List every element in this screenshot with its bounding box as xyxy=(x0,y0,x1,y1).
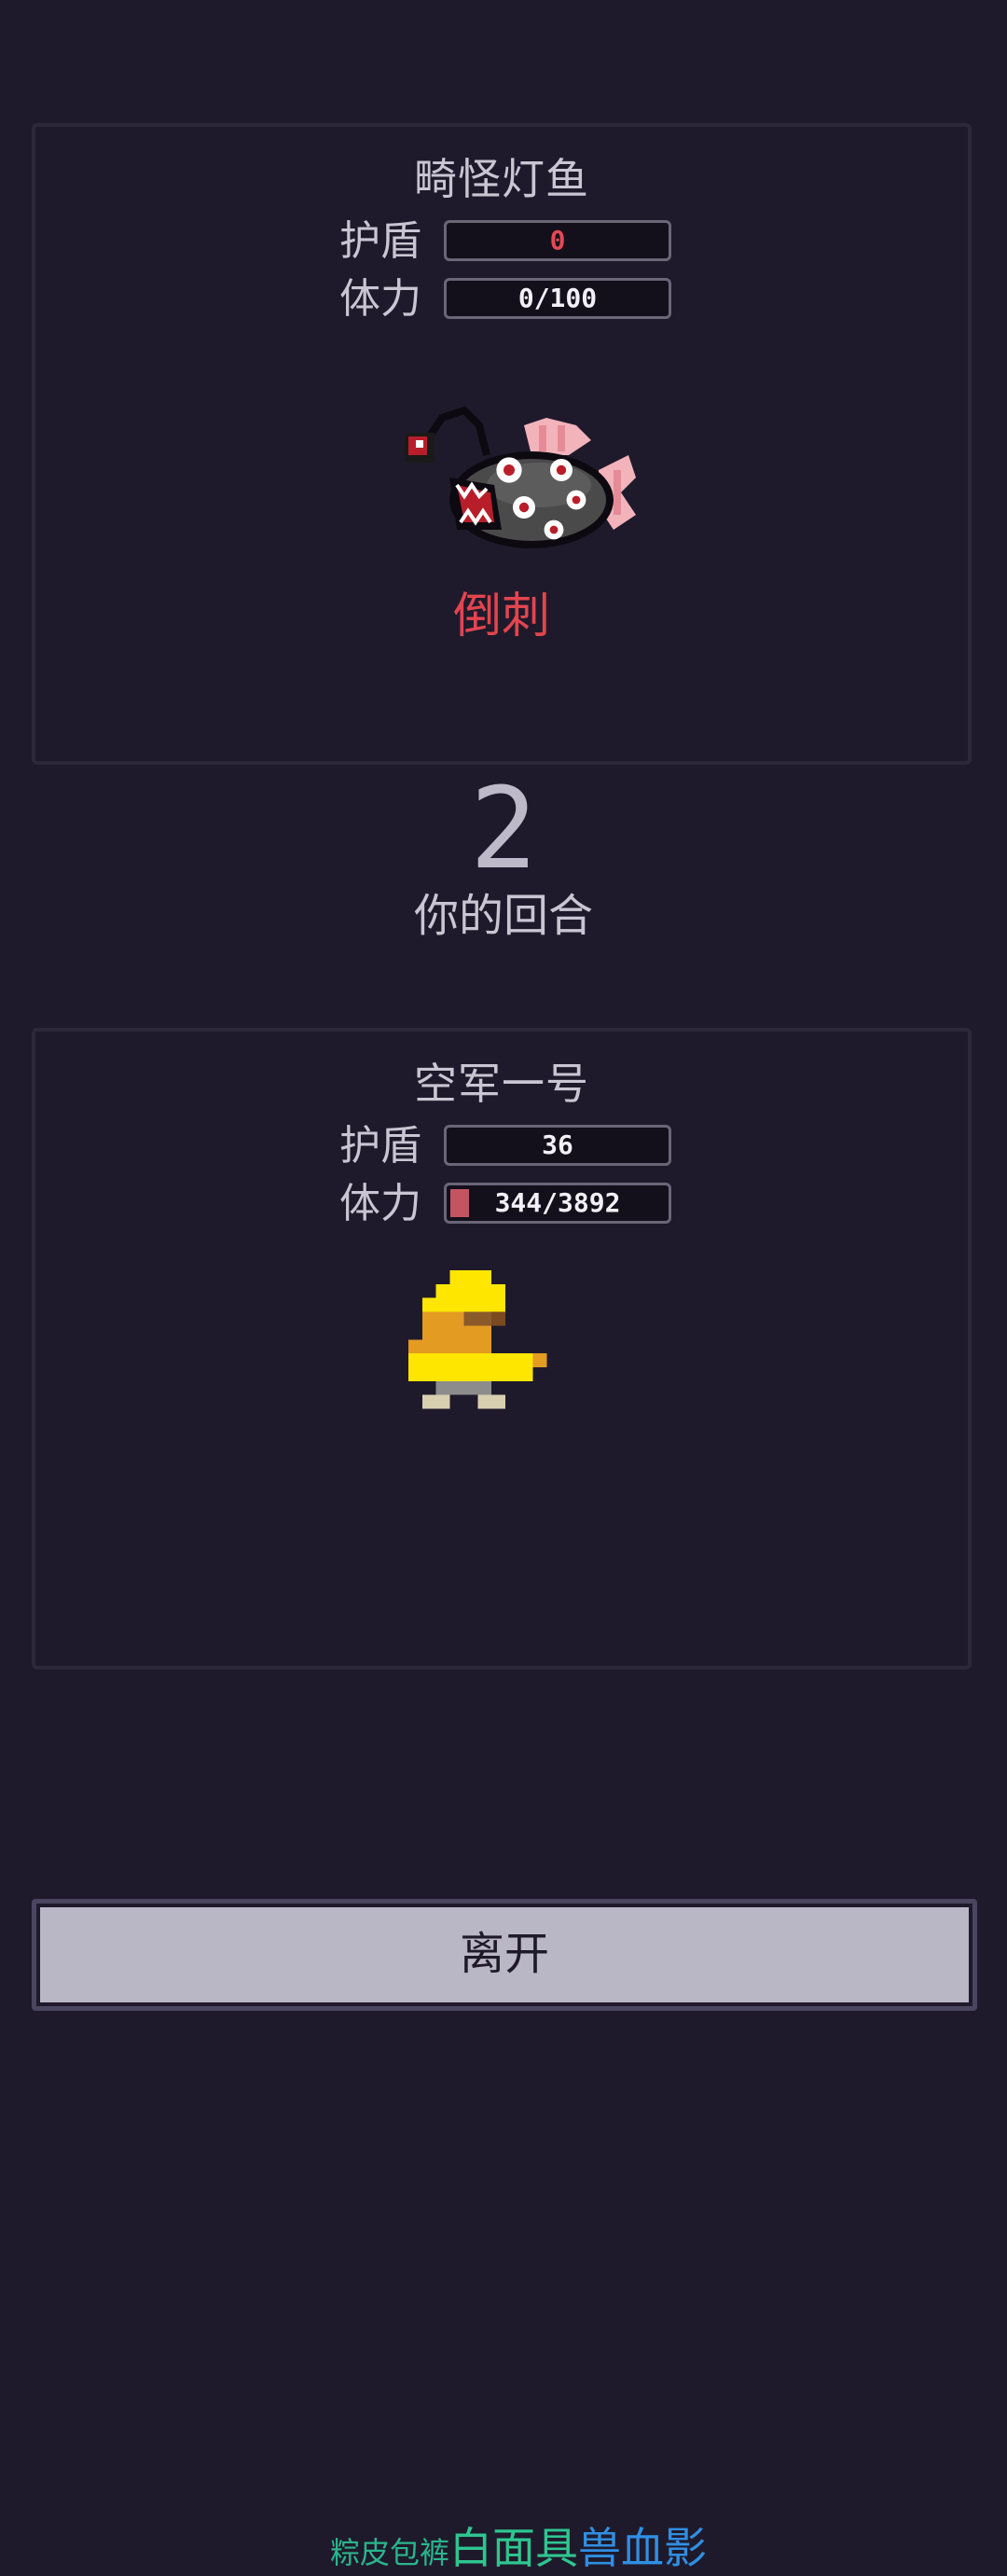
enemy-shield-bar: 0 xyxy=(444,220,671,261)
enemy-name: 畸怪灯鱼 xyxy=(414,154,589,204)
enemy-shield-value: 0 xyxy=(549,225,566,256)
player-hp-row: 体力 344/3892 xyxy=(35,1181,968,1227)
player-panel: 空军一号 护盾 36 体力 344/3892 粽皮包裤白面具兽血影 xyxy=(32,1028,972,2573)
status-effect-1[interactable]: 粽皮包裤 xyxy=(330,2535,449,2570)
player-shield-label: 护盾 xyxy=(339,1122,421,1170)
player-status-effects: 粽皮包裤白面具兽血影 xyxy=(330,2514,707,2573)
yellow-duck-sprite[interactable] xyxy=(408,1270,602,1464)
status-effect-2[interactable]: 白面具 xyxy=(449,2523,578,2573)
enemy-hp-row: 体力 0/100 xyxy=(35,276,968,323)
player-shield-value: 36 xyxy=(542,1129,573,1160)
enemy-panel: 畸怪灯鱼 护盾 0 体力 0/100 倒刺 xyxy=(32,123,972,765)
player-name: 空军一号 xyxy=(414,1059,589,1109)
player-shield-bar: 36 xyxy=(444,1125,671,1166)
leave-button[interactable]: 离开 xyxy=(32,1899,977,2011)
enemy-status-barb[interactable]: 倒刺 xyxy=(35,576,968,646)
player-hp-label: 体力 xyxy=(339,1180,421,1227)
status-effect-3[interactable]: 兽血影 xyxy=(578,2523,707,2573)
enemy-shield-row: 护盾 0 xyxy=(35,218,968,265)
player-hp-bar: 344/3892 xyxy=(444,1183,671,1224)
player-hp-value: 344/3892 xyxy=(494,1187,621,1218)
enemy-shield-label: 护盾 xyxy=(339,217,421,265)
round-number: 2 xyxy=(469,765,538,894)
turn-label: 你的回合 xyxy=(413,890,593,942)
player-shield-row: 护盾 36 xyxy=(35,1123,968,1170)
enemy-hp-label: 体力 xyxy=(339,275,421,323)
anglerfish-sprite[interactable] xyxy=(397,403,658,575)
enemy-hp-value: 0/100 xyxy=(517,283,598,313)
enemy-hp-bar: 0/100 xyxy=(444,278,671,319)
